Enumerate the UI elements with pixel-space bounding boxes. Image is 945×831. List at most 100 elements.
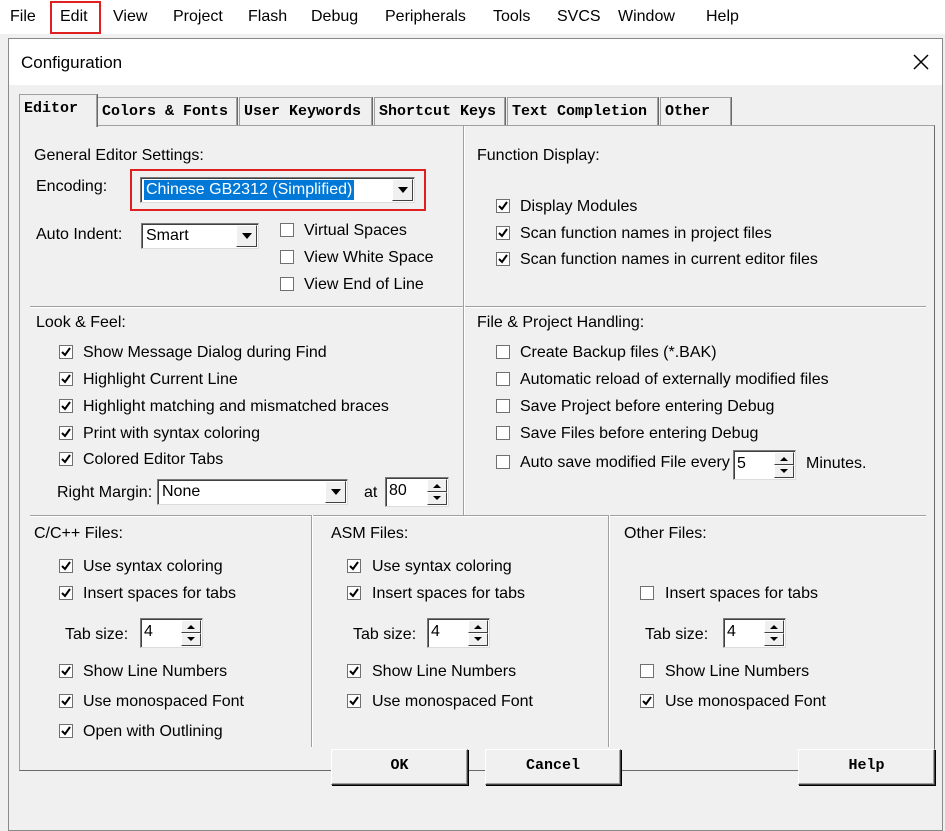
asm-files-heading: ASM Files: — [331, 525, 409, 542]
menu-view[interactable]: View — [113, 8, 147, 26]
spin-down-icon[interactable] — [181, 633, 201, 646]
menu-project[interactable]: Project — [173, 8, 223, 26]
checkbox[interactable] — [640, 586, 654, 600]
asm-syntax-label: Use syntax coloring — [372, 558, 512, 575]
checkbox[interactable] — [496, 455, 510, 469]
asm-tab-size-spinner[interactable]: 4 — [427, 618, 490, 648]
other-tab-size-spinner[interactable]: 4 — [723, 618, 786, 648]
menu-tools[interactable]: Tools — [493, 8, 530, 26]
save-files-debug-label: Save Files before entering Debug — [520, 425, 759, 442]
function-display-heading: Function Display: — [477, 147, 600, 164]
checkmark-icon — [349, 696, 359, 706]
checkbox[interactable] — [59, 452, 73, 466]
checkbox[interactable] — [496, 252, 510, 266]
checkbox[interactable] — [496, 345, 510, 359]
spin-down-icon[interactable] — [774, 465, 794, 478]
checkbox[interactable] — [59, 426, 73, 440]
display-modules-label: Display Modules — [520, 198, 638, 215]
auto-indent-select[interactable]: Smart — [141, 223, 259, 249]
checkbox[interactable] — [347, 586, 361, 600]
right-margin-label: Right Margin: — [57, 484, 153, 501]
c-tab-size-spinner[interactable]: 4 — [140, 618, 203, 648]
checkbox[interactable] — [59, 586, 73, 600]
c-tab-size-label: Tab size: — [65, 626, 129, 643]
spin-up-icon[interactable] — [764, 620, 784, 633]
checkbox[interactable] — [59, 559, 73, 573]
tab-shortcut-keys[interactable]: Shortcut Keys — [374, 97, 505, 125]
checkbox[interactable] — [496, 226, 510, 240]
checkbox[interactable] — [280, 250, 294, 264]
chevron-down-icon[interactable] — [325, 481, 346, 503]
help-button[interactable]: Help — [798, 749, 935, 785]
checkmark-icon — [349, 561, 359, 571]
checkbox[interactable] — [280, 223, 294, 237]
checkbox[interactable] — [347, 694, 361, 708]
checkbox[interactable] — [496, 426, 510, 440]
checkmark-icon — [61, 428, 71, 438]
checkmark-icon — [498, 201, 508, 211]
ok-button[interactable]: OK — [331, 749, 468, 785]
checkmark-icon — [498, 228, 508, 238]
encoding-highlight — [130, 169, 426, 211]
checkbox[interactable] — [496, 372, 510, 386]
menu-file[interactable]: File — [10, 8, 36, 26]
checkmark-icon — [61, 561, 71, 571]
checkbox[interactable] — [59, 345, 73, 359]
right-margin-select[interactable]: None — [157, 479, 348, 505]
highlight-braces-label: Highlight matching and mismatched braces — [83, 398, 389, 415]
tab-other[interactable]: Other — [660, 97, 731, 125]
print-syntax-label: Print with syntax coloring — [83, 425, 260, 442]
checkbox[interactable] — [496, 399, 510, 413]
separator — [30, 306, 926, 308]
checkbox[interactable] — [640, 694, 654, 708]
menu-window[interactable]: Window — [618, 8, 675, 26]
encoding-label: Encoding: — [36, 178, 108, 195]
tab-editor[interactable]: Editor — [19, 94, 97, 127]
checkbox[interactable] — [496, 199, 510, 213]
checkmark-icon — [61, 726, 71, 736]
separator — [463, 306, 465, 516]
spin-down-icon[interactable] — [427, 492, 447, 505]
separator — [311, 515, 313, 747]
other-line-numbers-label: Show Line Numbers — [665, 663, 810, 680]
checkbox[interactable] — [59, 399, 73, 413]
scan-project-files-label: Scan function names in project files — [520, 225, 772, 242]
tab-text-completion[interactable]: Text Completion — [507, 97, 658, 125]
spin-down-icon[interactable] — [764, 633, 784, 646]
menu-flash[interactable]: Flash — [248, 8, 287, 26]
chevron-down-icon[interactable] — [236, 225, 257, 247]
checkbox[interactable] — [280, 277, 294, 291]
tab-user-keywords[interactable]: User Keywords — [239, 97, 372, 125]
checkbox[interactable] — [347, 559, 361, 573]
menu-peripherals[interactable]: Peripherals — [385, 8, 466, 26]
right-margin-spinner[interactable]: 80 — [385, 477, 449, 507]
look-feel-heading: Look & Feel: — [36, 314, 126, 331]
tab-colors-fonts[interactable]: Colors & Fonts — [97, 97, 237, 125]
checkbox[interactable] — [59, 372, 73, 386]
spin-up-icon[interactable] — [181, 620, 201, 633]
menu-help[interactable]: Help — [706, 8, 739, 26]
separator — [30, 515, 926, 517]
file-project-heading: File & Project Handling: — [477, 314, 645, 331]
spin-up-icon[interactable] — [427, 479, 447, 492]
spin-up-icon[interactable] — [774, 452, 794, 465]
spin-up-icon[interactable] — [468, 620, 488, 633]
separator — [608, 515, 610, 747]
checkmark-icon — [61, 696, 71, 706]
close-icon[interactable] — [906, 47, 936, 77]
configuration-dialog: Configuration Editor Colors & Fonts User… — [8, 38, 943, 831]
autosave-spinner[interactable]: 5 — [733, 450, 796, 480]
checkbox[interactable] — [59, 724, 73, 738]
menu-svcs[interactable]: SVCS — [557, 8, 601, 26]
autosave-label: Auto save modified File every — [520, 454, 730, 471]
checkbox[interactable] — [59, 694, 73, 708]
spin-down-icon[interactable] — [468, 633, 488, 646]
cancel-button[interactable]: Cancel — [485, 749, 621, 785]
asm-tab-size-value: 4 — [431, 623, 440, 640]
menu-debug[interactable]: Debug — [311, 8, 358, 26]
auto-indent-label: Auto Indent: — [36, 226, 123, 243]
show-message-dialog-label: Show Message Dialog during Find — [83, 344, 327, 361]
checkbox[interactable] — [640, 664, 654, 678]
checkbox[interactable] — [59, 664, 73, 678]
checkbox[interactable] — [347, 664, 361, 678]
